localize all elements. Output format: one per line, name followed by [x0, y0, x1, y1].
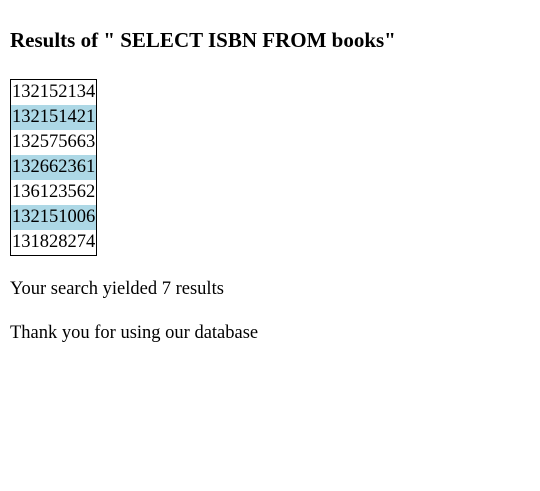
table-row: 132575663 — [11, 130, 96, 155]
isbn-cell: 132151006 — [11, 205, 97, 230]
isbn-cell: 132152134 — [12, 82, 96, 102]
isbn-cell: 132575663 — [12, 132, 96, 152]
results-count-text: Your search yielded 7 results — [10, 279, 224, 299]
table-row: 132662361 — [11, 155, 97, 180]
table-row: 131828274 — [11, 230, 96, 255]
page-content: Results of " SELECT ISBN FROM books" 132… — [0, 0, 540, 344]
isbn-cell: 131828274 — [12, 232, 96, 252]
results-table: 132152134 132151421 132575663 132662361 … — [10, 79, 98, 256]
isbn-cell: 132151421 — [11, 105, 97, 130]
page-title: Results of " SELECT ISBN FROM books" — [10, 28, 396, 52]
table-row: 136123562 — [11, 180, 96, 205]
table-row: 132152134 — [11, 80, 96, 105]
thank-you-text: Thank you for using our database — [10, 323, 259, 343]
table-row: 132151421 — [11, 105, 97, 130]
isbn-cell: 136123562 — [12, 182, 96, 202]
table-row: 132151006 — [11, 205, 97, 230]
isbn-cell: 132662361 — [11, 155, 97, 180]
